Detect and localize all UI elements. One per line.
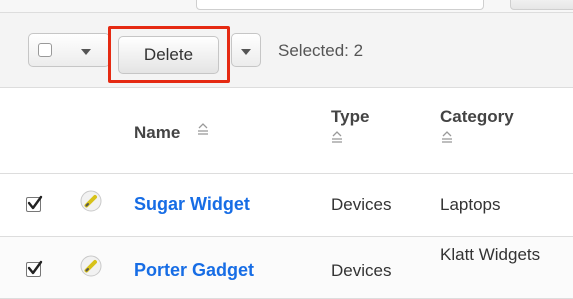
sort-icon[interactable]	[331, 130, 343, 144]
pencil-icon[interactable]	[80, 190, 102, 212]
checkmark-icon	[27, 260, 43, 275]
category-cell: Laptops	[440, 195, 501, 214]
more-actions-button[interactable]	[231, 33, 261, 67]
chevron-down-icon	[241, 49, 251, 55]
list-toolbar: Delete Selected: 2	[0, 12, 573, 88]
pencil-icon[interactable]	[80, 255, 102, 277]
type-cell: Devices	[331, 195, 392, 214]
type-cell: Devices	[331, 261, 392, 280]
list-view: Delete Selected: 2 Name Type Category Su…	[0, 0, 573, 299]
table-header: Name Type Category	[0, 88, 573, 174]
row-checkbox[interactable]	[26, 195, 43, 212]
record-name-link[interactable]: Sugar Widget	[134, 194, 250, 215]
filter-button[interactable]	[510, 0, 573, 10]
mass-select-checkbox[interactable]	[38, 43, 52, 57]
column-header-type[interactable]: Type	[331, 107, 369, 127]
selected-count: Selected: 2	[278, 41, 364, 60]
table-row: Porter Gadget Devices Klatt Widgets	[0, 237, 573, 299]
chevron-down-icon	[81, 49, 91, 55]
highlight-box	[108, 26, 230, 83]
table-row: Sugar Widget Devices Laptops	[0, 174, 573, 237]
row-checkbox[interactable]	[26, 260, 43, 277]
sort-icon[interactable]	[441, 130, 453, 144]
column-header-name[interactable]: Name	[134, 123, 180, 143]
category-cell: Klatt Widgets	[440, 245, 541, 264]
mass-select-dropdown[interactable]	[28, 33, 110, 67]
search-input[interactable]	[196, 0, 484, 10]
column-header-category[interactable]: Category	[440, 107, 514, 127]
checkmark-icon	[27, 195, 43, 210]
record-name-link[interactable]: Porter Gadget	[134, 260, 254, 281]
sort-icon[interactable]	[197, 122, 209, 136]
